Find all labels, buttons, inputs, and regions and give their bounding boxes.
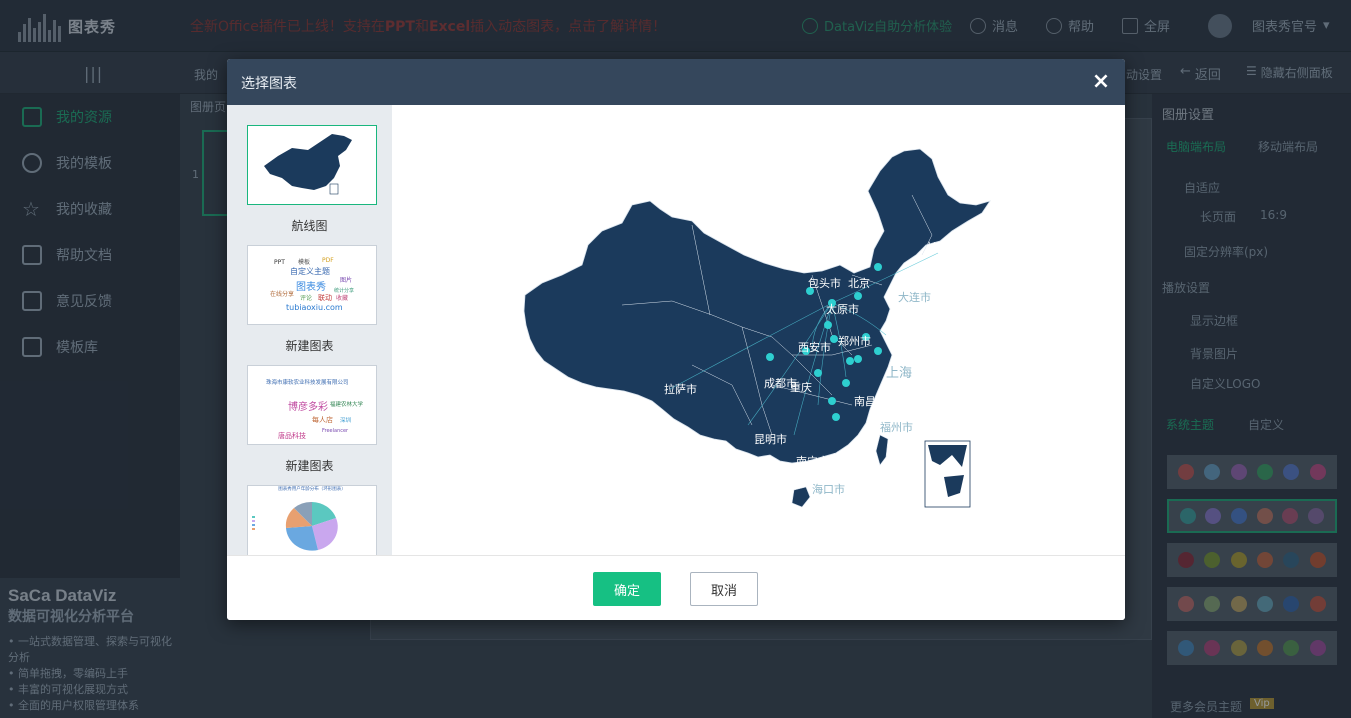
- chart-thumbnail-list: 航线图 PPT 模板 自定义主题 PDF 图表秀 tubiaoxiu.com 联动 收藏 评论图…: [227, 105, 392, 555]
- taiwan-shape: [875, 434, 889, 466]
- thumbnail-wordcloud-1[interactable]: PPT 模板 自定义主题 PDF 图表秀 tubiaoxiu.com 联动 收藏 评论 图片统计分…: [247, 245, 377, 325]
- wordcloud-word: 评论: [300, 294, 312, 302]
- thumbnail-wordcloud-2[interactable]: 珠海市康软农业科技发展有限公司博彦多彩 福建农林大学每人店 深圳唐品科技 Freela…: [247, 365, 377, 445]
- wordcloud-word: PPT: [274, 259, 285, 266]
- map-thumbnail-image: [264, 134, 352, 195]
- thumbnail-label: 新建图表: [285, 459, 334, 473]
- wordcloud-word: 联动: [318, 293, 332, 302]
- thumbnail-label: 航线图: [291, 219, 328, 233]
- city-label: 拉萨市: [664, 382, 697, 396]
- city-label: 大连市: [898, 290, 931, 304]
- select-chart-dialog: 选择图表 × 航线图 PPT 模板 自定义主题 PDF 图表秀 tubiaoxiu.com…: [227, 59, 1125, 620]
- wordcloud-word: PDF: [322, 257, 334, 264]
- city-label: 郑州市: [838, 334, 871, 348]
- wordcloud-word: 模板: [298, 258, 310, 266]
- city-label: 南宁市: [796, 454, 829, 468]
- wordcloud-thumbnail-image: PPT 模板自定义主题 PDF 图表秀 tubiaoxiu.com联动 收藏 评论 图片统计分…: [270, 257, 354, 312]
- thumbnail-pie[interactable]: 图表秀用户年龄分布（环形图表）: [247, 485, 377, 555]
- wordcloud-word: 珠海市康软农业科技发展有限公司: [266, 378, 349, 386]
- city-label: 南昌市: [854, 394, 887, 408]
- route-map-preview: 长春市 包头市 北京 太原市 西安市 郑州市 成都市 重庆 拉萨市 南昌市 昆明…: [523, 148, 991, 508]
- pie-thumbnail-image: [252, 501, 338, 551]
- pie-thumbnail-title: 图表秀用户年龄分布（环形图表）: [278, 487, 346, 492]
- city-label: 北京: [848, 276, 870, 290]
- city-label: 重庆: [790, 380, 812, 394]
- thumbnail-route-map[interactable]: [247, 125, 377, 205]
- wordcloud-word: 博彦多彩: [288, 400, 328, 413]
- city-label: 太原市: [826, 302, 859, 316]
- cancel-button[interactable]: 取消: [690, 572, 758, 606]
- wordcloud-word: 自定义主题: [290, 266, 330, 276]
- wordcloud-word: 深圳: [340, 416, 352, 424]
- city-label: 广州市: [832, 450, 865, 464]
- city-label: 长春市: [926, 240, 959, 254]
- dialog-title: 选择图表: [241, 76, 297, 92]
- chart-preview: 长春市 包头市 北京 太原市 西安市 郑州市 成都市 重庆 拉萨市 南昌市 昆明…: [392, 105, 1125, 555]
- city-label: 昆明市: [754, 432, 787, 446]
- wordcloud-word: Freelancer: [322, 428, 349, 434]
- china-map-shape: [523, 148, 991, 464]
- wordcloud-word: 每人店: [312, 415, 333, 424]
- close-icon[interactable]: ×: [1091, 71, 1111, 93]
- hainan-shape: [791, 486, 811, 508]
- wordcloud-word: 收藏: [336, 294, 348, 302]
- wordcloud-word: tubiaoxiu.com: [286, 303, 343, 312]
- wordcloud2-thumbnail-image: 珠海市康软农业科技发展有限公司博彦多彩 福建农林大学每人店 深圳唐品科技 Freela…: [266, 378, 364, 440]
- city-label: 上海: [886, 366, 912, 381]
- wordcloud-word: 图片: [340, 276, 352, 284]
- city-label: 福州市: [880, 420, 913, 434]
- thumbnail-label: 新建图表: [285, 339, 334, 353]
- city-label: 海口市: [812, 482, 845, 496]
- wordcloud-word: 图表秀: [296, 280, 326, 293]
- wordcloud-word: 福建农林大学: [330, 400, 364, 408]
- city-label: 北海市: [802, 468, 835, 482]
- wordcloud-word: 唐品科技: [278, 431, 306, 440]
- dialog-footer: 确定 取消: [227, 555, 1125, 620]
- city-label: 包头市: [808, 276, 841, 290]
- wordcloud-word: 在线分享: [270, 290, 294, 298]
- city-label: 西安市: [798, 340, 831, 354]
- wordcloud-word: 统计分享: [334, 287, 354, 294]
- confirm-button[interactable]: 确定: [593, 572, 661, 606]
- dialog-header: 选择图表 ×: [227, 59, 1125, 105]
